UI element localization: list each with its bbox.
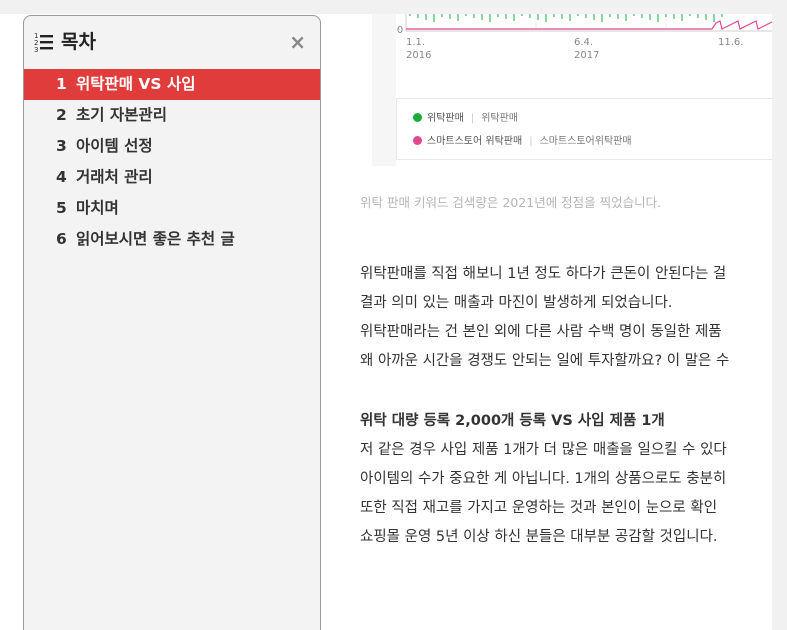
toc-item[interactable]: 2 초기 자본관리 (24, 100, 320, 131)
toc-list: 1 위탁판매 VS 사입 2 초기 자본관리 3 아이템 선정 4 거래처 관리 5 마치… (24, 69, 320, 255)
legend-alias: 스마트스토어위탁판매 (539, 136, 632, 147)
toc-item[interactable]: 4 거래처 관리 (24, 162, 320, 193)
paragraph-line: 결과 의미 있는 매출과 마진이 발생하게 되었습니다. (360, 295, 673, 311)
x-tick-label: 6.4. 2017 (574, 37, 600, 61)
toc-header: 1 2 3 목차 × (24, 16, 320, 68)
legend-name: 스마트스토어 위탁판매 (427, 136, 523, 147)
numbered-list-icon: 1 2 3 (34, 32, 53, 53)
toc-item-label: 읽어보시면 좋은 추천 글 (76, 230, 235, 248)
toc-item-number: 4 (56, 168, 67, 186)
y-tick-label: 0 (396, 25, 404, 36)
paragraph-line: 쇼핑몰 운영 5년 이상 하신 분들은 대부분 공감할 것입니다. (360, 529, 718, 545)
toc-item-number: 3 (56, 137, 67, 155)
svg-text:3: 3 (34, 46, 38, 53)
legend-name: 위탁판매 (427, 113, 464, 124)
toc-item-label: 위탁판매 VS 사입 (76, 75, 196, 93)
close-icon[interactable]: × (289, 30, 306, 54)
toc-item-label: 아이템 선정 (76, 137, 153, 155)
chart-legend: 위탁판매 | 위탁판매 스마트스토어 위탁판매 | 스마트스토어위탁판매 (396, 98, 772, 160)
toc-item-number: 1 (56, 75, 67, 93)
paragraph-line: 저 같은 경우 사입 제품 1개가 더 많은 매출을 일으킬 수 있다 (360, 442, 727, 458)
toc-item-number: 2 (56, 106, 67, 124)
toc-panel: 1 2 3 목차 × 1 위탁판매 VS 사입 2 초기 자본관리 3 아이템 선정 … (23, 15, 321, 630)
series-smartstore-wituk-panmae (406, 20, 772, 30)
paragraph-line: 왜 아까운 시간을 경쟁도 안되는 일에 투자할까요? 이 말은 수 (360, 353, 730, 369)
legend-dot-green (413, 113, 422, 122)
legend-dot-pink (413, 136, 422, 145)
paragraph-line: 아이템의 수가 중요한 게 아닙니다. 1개의 상품으로도 충분히 (360, 471, 727, 487)
legend-alias: 위탁판매 (481, 113, 518, 124)
paragraph-line: 위탁판매라는 건 본인 외에 다른 사람 수백 명이 동일한 제품 (360, 324, 722, 340)
image-caption: 위탁 판매 키워드 검색량은 2021년에 정점을 찍었습니다. (360, 195, 662, 210)
legend-item[interactable]: 위탁판매 | 위탁판매 (413, 109, 518, 124)
toc-item-label: 거래처 관리 (76, 168, 153, 186)
paragraph-heading: 위탁 대량 등록 2,000개 등록 VS 사입 제품 1개 (360, 413, 665, 429)
x-tick-label: 11.6. (718, 37, 744, 48)
paragraph-line: 위탁판매를 직접 해보니 1년 정도 하다가 큰돈이 안된다는 걸 (360, 266, 727, 282)
toc-item-number: 5 (56, 199, 67, 217)
series-wituk-panmae (409, 14, 723, 22)
toc-item-label: 초기 자본관리 (76, 106, 167, 124)
toc-item-number: 6 (56, 230, 67, 248)
toc-item-label: 마치며 (76, 199, 119, 217)
toc-item[interactable]: 6 읽어보시면 좋은 추천 글 (24, 224, 320, 255)
legend-separator: | (529, 136, 533, 147)
toc-title: 목차 (61, 31, 96, 53)
legend-separator: | (470, 113, 475, 124)
legend-item[interactable]: 스마트스토어 위탁판매 | 스마트스토어위탁판매 (413, 132, 632, 147)
toc-item[interactable]: 1 위탁판매 VS 사입 (24, 69, 320, 100)
toc-item[interactable]: 5 마치며 (24, 193, 320, 224)
paragraph: 위탁판매를 직접 해보니 1년 정도 하다가 큰돈이 안된다는 걸 결과 의미 … (360, 260, 772, 376)
paragraph-line: 또한 직접 재고를 가지고 운영하는 것과 본인이 눈으로 확인 (360, 500, 718, 516)
toc-item[interactable]: 3 아이템 선정 (24, 131, 320, 162)
paragraph: 위탁 대량 등록 2,000개 등록 VS 사입 제품 1개 저 같은 경우 사… (360, 407, 772, 552)
x-tick-label: 1.1. 2016 (406, 37, 432, 61)
